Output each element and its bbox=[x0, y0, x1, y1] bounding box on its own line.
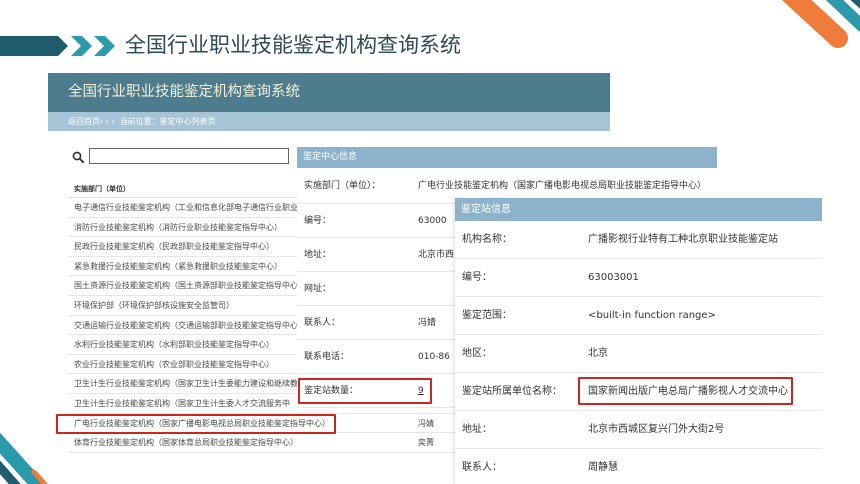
station-label: 地区： bbox=[462, 348, 492, 359]
corner-stripes-decoration-bottom bbox=[0, 432, 49, 484]
breadcrumb: 返回首页› › › 当前位置：鉴定中心列表页 bbox=[48, 112, 610, 131]
list-item-name: 消防行业技能鉴定机构（消防行业职业技能鉴定指导中心） bbox=[74, 222, 282, 232]
breadcrumb-separator: › › › bbox=[100, 117, 115, 126]
list-item-name: 广电行业技能鉴定机构（国家广播电影电视总局职业技能鉴定指导中心） bbox=[74, 418, 330, 428]
center-value: 010-86 bbox=[418, 352, 450, 362]
station-value: 国家新闻出版广电总局广播影视人才交流中心 bbox=[588, 386, 788, 397]
station-label: 地址： bbox=[462, 424, 492, 435]
station-value: 北京 bbox=[588, 348, 608, 359]
station-label: 联系人： bbox=[462, 462, 502, 473]
station-info-title: 鉴定站信息 bbox=[455, 198, 822, 221]
station-label: 鉴定范围： bbox=[462, 310, 512, 321]
station-label: 机构名称： bbox=[462, 234, 512, 245]
list-item-name: 体育行业技能鉴定机构（国家体育总局职业技能鉴定指导中心） bbox=[74, 438, 298, 448]
site-title: 全国行业职业技能鉴定机构查询系统 bbox=[68, 84, 300, 100]
center-label: 联系电话： bbox=[304, 352, 350, 362]
center-label: 联系人： bbox=[304, 318, 341, 328]
station-value: <built-in function range> bbox=[588, 310, 716, 321]
list-item-name: 卫生计生行业技能鉴定机构（国家卫生计生委人才交流服务中 bbox=[74, 398, 290, 408]
station-value: 63003001 bbox=[588, 272, 639, 283]
station-value: 北京市西城区复兴门外大街2号 bbox=[588, 424, 725, 435]
station-label: 编号： bbox=[462, 272, 492, 283]
list-item-name: 交通运输行业技能鉴定机构（交通运输部职业技能鉴定指导中心 bbox=[74, 320, 298, 330]
center-label: 地址： bbox=[304, 250, 332, 260]
center-value: 冯婧 bbox=[418, 318, 437, 328]
center-label: 实施部门（单位）： bbox=[304, 181, 381, 191]
title-arrows-icon bbox=[0, 36, 115, 56]
station-count-link[interactable]: 9 bbox=[418, 374, 424, 408]
center-label: 网址： bbox=[304, 284, 332, 294]
list-header-label: 实施部门（单位） bbox=[74, 185, 130, 193]
station-row-name: 机构名称： 广播影视行业特有工种北京职业技能鉴定站 bbox=[455, 221, 822, 259]
center-info-title: 鉴定中心信息 bbox=[297, 147, 717, 168]
breadcrumb-location: 当前位置：鉴定中心列表页 bbox=[119, 117, 216, 126]
search-icon[interactable] bbox=[72, 151, 84, 163]
list-item-name: 紧急救援行业技能鉴定机构（紧急救援职业技能鉴定中心） bbox=[74, 261, 282, 271]
center-value: 北京市西 bbox=[418, 250, 455, 260]
station-row-contact: 联系人： 周静慧 bbox=[455, 449, 822, 484]
station-row-region: 地区： 北京 bbox=[455, 335, 822, 373]
station-info-panel: 鉴定站信息 机构名称： 广播影视行业特有工种北京职业技能鉴定站 编号： 6300… bbox=[455, 198, 822, 484]
list-item-name: 国土资源行业技能鉴定机构（国土资源部职业技能鉴定指导中心 bbox=[74, 281, 298, 291]
station-value: 广播影视行业特有工种北京职业技能鉴定站 bbox=[588, 234, 778, 245]
station-row-scope: 鉴定范围： <built-in function range> bbox=[455, 297, 822, 335]
site-header: 全国行业职业技能鉴定机构查询系统 bbox=[48, 73, 610, 112]
station-label: 鉴定站所属单位名称： bbox=[462, 386, 562, 397]
list-item-name: 环境保护部（环境保护部核设施安全监管司） bbox=[74, 300, 234, 310]
list-item-contact: 冯婧 bbox=[418, 418, 434, 428]
list-item-name: 水利行业技能鉴定机构（水利部职业技能鉴定指导中心） bbox=[74, 340, 274, 350]
list-item-name: 卫生计生行业技能鉴定机构（国家卫生计生委能力建设和继续教 bbox=[74, 379, 298, 389]
search-input[interactable] bbox=[89, 148, 289, 164]
slide-title: 全国行业职业技能鉴定机构查询系统 bbox=[125, 33, 461, 57]
station-row-id: 编号： 63003001 bbox=[455, 259, 822, 297]
station-row-parent-unit: 鉴定站所属单位名称： 国家新闻出版广电总局广播影视人才交流中心 bbox=[455, 373, 822, 411]
center-label: 编号： bbox=[304, 216, 332, 226]
center-value: 63000 bbox=[418, 216, 447, 226]
corner-stripes-decoration bbox=[781, 0, 860, 48]
center-label: 鉴定站数量： bbox=[304, 386, 359, 396]
breadcrumb-home-link[interactable]: 返回首页 bbox=[68, 117, 100, 126]
list-item-name: 电子通信行业技能鉴定机构（工业和信息化部电子通信行业职业 bbox=[74, 203, 298, 212]
station-value: 周静慧 bbox=[588, 462, 618, 473]
list-item-name: 民政行业技能鉴定机构（民政部职业技能鉴定指导中心） bbox=[74, 242, 274, 252]
list-item-name: 农业行业技能鉴定机构（农业部职业技能鉴定指导中心） bbox=[74, 359, 274, 369]
station-row-address: 地址： 北京市西城区复兴门外大街2号 bbox=[455, 411, 822, 449]
list-item-contact: 奕菁 bbox=[418, 438, 434, 448]
